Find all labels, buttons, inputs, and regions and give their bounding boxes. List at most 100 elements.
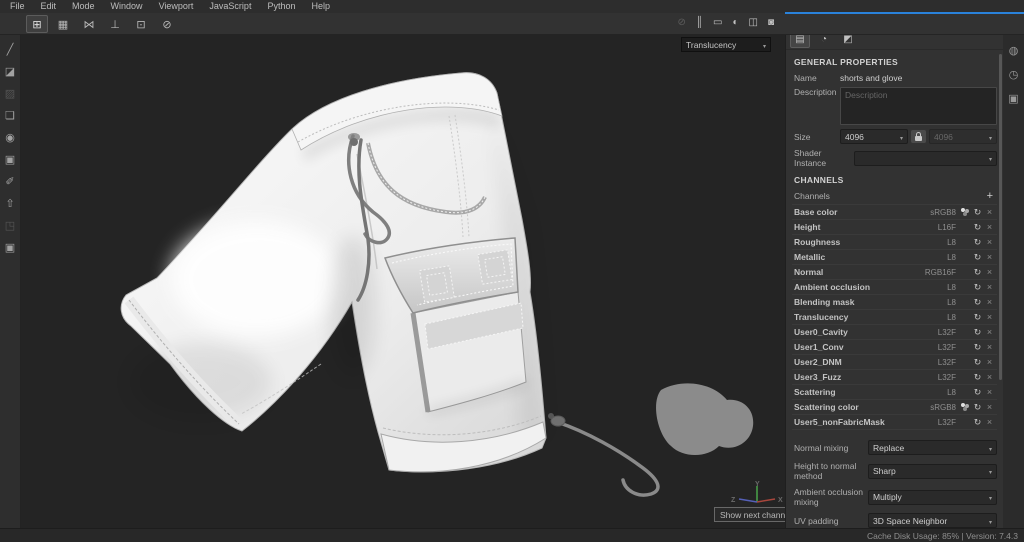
mixing-select[interactable]: 3D Space Neighbor	[868, 513, 997, 528]
clone-tool-icon[interactable]: ▣	[0, 148, 20, 170]
focus-frame-icon[interactable]: ⊡	[130, 15, 152, 33]
name-value[interactable]: shorts and glove	[840, 73, 902, 83]
channel-format[interactable]: L8	[920, 253, 956, 262]
mixing-select[interactable]: Sharp	[868, 463, 997, 479]
size-lock-button[interactable]	[911, 130, 926, 143]
channel-format[interactable]: L32F	[920, 373, 956, 382]
grid-warp-icon[interactable]: ▦	[52, 15, 74, 33]
remove-channel-icon[interactable]: ×	[984, 387, 995, 397]
reset-channel-icon[interactable]: ↻	[971, 237, 984, 248]
reset-channel-icon[interactable]: ↻	[971, 402, 984, 413]
menu-item[interactable]: Viewport	[151, 0, 202, 13]
menu-item[interactable]: Help	[303, 0, 338, 13]
screenshot-icon[interactable]: ◙	[768, 15, 774, 31]
channel-format[interactable]: sRGB8	[920, 403, 956, 412]
reset-channel-icon[interactable]: ↻	[971, 222, 984, 233]
camera-projection-icon[interactable]: ◫	[749, 15, 758, 31]
channel-format[interactable]: L8	[920, 388, 956, 397]
size-select[interactable]: 4096	[840, 129, 908, 144]
remove-channel-icon[interactable]: ×	[984, 357, 995, 367]
color-swatch-icon[interactable]	[959, 402, 971, 412]
reset-channel-icon[interactable]: ↻	[971, 387, 984, 398]
no-snap-icon[interactable]: ⊘	[156, 15, 178, 33]
remove-channel-icon[interactable]: ×	[984, 372, 995, 382]
reset-channel-icon[interactable]: ↻	[971, 417, 984, 428]
channel-row: Metallic L8 ↻ ×	[792, 250, 997, 265]
remove-channel-icon[interactable]: ×	[984, 312, 995, 322]
channel-format[interactable]: L32F	[920, 358, 956, 367]
remove-channel-icon[interactable]: ×	[984, 297, 995, 307]
menu-item[interactable]: Window	[103, 0, 151, 13]
remove-channel-icon[interactable]: ×	[984, 402, 995, 412]
symmetry-y-icon[interactable]: ⊥	[104, 15, 126, 33]
shader-instance-label: Shader Instance	[794, 148, 827, 168]
remove-channel-icon[interactable]: ×	[984, 342, 995, 352]
pause-engine-icon[interactable]: ║	[696, 15, 703, 31]
channel-format[interactable]: L32F	[920, 343, 956, 352]
panel-scrollbar[interactable]	[999, 54, 1002, 380]
shader-instance-row: Shader Instance	[792, 148, 997, 168]
menu-item[interactable]: Edit	[33, 0, 65, 13]
mixing-select[interactable]: Multiply	[868, 489, 997, 505]
menu-item[interactable]: Mode	[64, 0, 103, 13]
history-icon[interactable]: ◷	[1009, 68, 1019, 81]
grid-snap-icon[interactable]: ⊞	[26, 15, 48, 33]
viewport-3d[interactable]: Translucency Show next channel Y X Z	[21, 34, 785, 528]
description-field[interactable]: Description	[840, 87, 997, 125]
channel-row: User1_Conv L32F ↻ ×	[792, 340, 997, 355]
polygon-fill-tool-icon[interactable]: ❏	[0, 104, 20, 126]
material-picker-tool-icon[interactable]: ✐	[0, 170, 20, 192]
reset-channel-icon[interactable]: ↻	[971, 252, 984, 263]
add-channel-button[interactable]: +	[987, 191, 993, 202]
symmetry-x-icon[interactable]: ⋈	[78, 15, 100, 33]
properties-panel-icon[interactable]: ▣	[1008, 92, 1018, 105]
channel-format[interactable]: L8	[920, 313, 956, 322]
shader-sphere-icon[interactable]: ◐	[732, 15, 738, 31]
remove-channel-icon[interactable]: ×	[984, 207, 995, 217]
channel-format[interactable]: L8	[920, 298, 956, 307]
channel-format[interactable]: L16F	[920, 223, 956, 232]
mixing-row: Normal mixing Replace	[792, 440, 997, 455]
channel-format[interactable]: L8	[920, 283, 956, 292]
bake-mesh-maps-icon[interactable]: ◳	[0, 214, 20, 236]
mixing-select[interactable]: Replace	[868, 440, 997, 455]
smudge-tool-icon[interactable]: ◉	[0, 126, 20, 148]
material-ball-icon[interactable]: ◍	[1009, 44, 1019, 57]
export-textures-icon[interactable]: ⇧	[0, 192, 20, 214]
viewport-channel-select[interactable]: Translucency	[681, 37, 771, 52]
remove-channel-icon[interactable]: ×	[984, 282, 995, 292]
display-mode-icon[interactable]: ▭	[713, 15, 722, 31]
remove-channel-icon[interactable]: ×	[984, 222, 995, 232]
menu-item[interactable]: Python	[259, 0, 303, 13]
menu-item[interactable]: JavaScript	[201, 0, 259, 13]
menu-item[interactable]: File	[2, 0, 33, 13]
channel-format[interactable]: L8	[920, 238, 956, 247]
remove-channel-icon[interactable]: ×	[984, 237, 995, 247]
reset-channel-icon[interactable]: ↻	[971, 357, 984, 368]
reset-channel-icon[interactable]: ↻	[971, 207, 984, 218]
resources-updater-icon[interactable]: ▣	[0, 236, 20, 258]
reset-channel-icon[interactable]: ↻	[971, 372, 984, 383]
channel-format[interactable]: RGB16F	[920, 268, 956, 277]
reset-channel-icon[interactable]: ↻	[971, 282, 984, 293]
reset-channel-icon[interactable]: ↻	[971, 297, 984, 308]
remove-channel-icon[interactable]: ×	[984, 267, 995, 277]
reset-channel-icon[interactable]: ↻	[971, 312, 984, 323]
remove-channel-icon[interactable]: ×	[984, 417, 995, 427]
channel-row: Scattering L8 ↻ ×	[792, 385, 997, 400]
eraser-tool-icon[interactable]: ◪	[0, 60, 20, 82]
iray-render-icon[interactable]: ⊘	[678, 15, 686, 31]
reset-channel-icon[interactable]: ↻	[971, 267, 984, 278]
channel-format[interactable]: sRGB8	[920, 208, 956, 217]
color-swatch-icon[interactable]	[959, 207, 971, 217]
paint-tool-icon[interactable]: ╱	[0, 38, 20, 60]
channel-format[interactable]: L32F	[920, 418, 956, 427]
shader-instance-select[interactable]	[854, 150, 997, 166]
channel-format[interactable]: L32F	[920, 328, 956, 337]
reset-channel-icon[interactable]: ↻	[971, 327, 984, 338]
remove-channel-icon[interactable]: ×	[984, 252, 995, 262]
projection-tool-icon[interactable]: ▨	[0, 82, 20, 104]
channel-name: Roughness	[794, 237, 841, 247]
reset-channel-icon[interactable]: ↻	[971, 342, 984, 353]
remove-channel-icon[interactable]: ×	[984, 327, 995, 337]
